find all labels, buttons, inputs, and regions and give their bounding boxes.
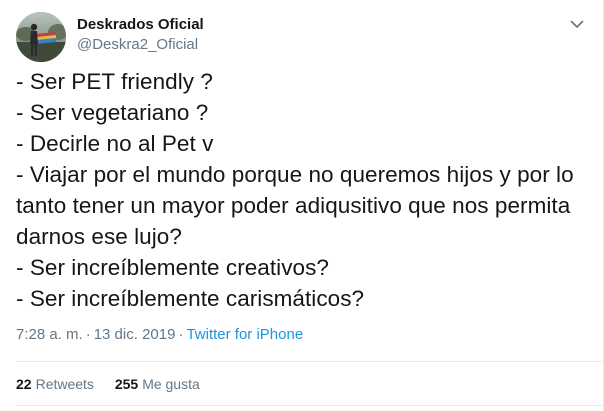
meta-separator: · (85, 326, 91, 343)
divider (16, 405, 603, 406)
tweet-header: Deskrados Oficial @Deskra2_Oficial (16, 12, 587, 62)
tweet-text-line: tanto tener un mayor poder adiqusitivo q… (16, 193, 571, 218)
author-names: Deskrados Oficial @Deskra2_Oficial (77, 15, 204, 55)
tweet-source-link[interactable]: Twitter for iPhone (186, 326, 303, 343)
tweet-text: - Ser PET friendly ? - Ser vegetariano ?… (16, 66, 587, 314)
tweet-text-line: - Ser increíblemente creativos? (16, 255, 329, 280)
tweet-text-line: - Ser vegetariano ? (16, 100, 209, 125)
author-display-name[interactable]: Deskrados Oficial (77, 15, 204, 35)
avatar[interactable] (16, 12, 66, 62)
retweets-stat[interactable]: 22 Retweets (16, 374, 94, 394)
tweet-stats: 22 Retweets 255 Me gusta (16, 374, 217, 394)
retweets-count: 22 (16, 376, 32, 392)
tweet-card: Deskrados Oficial @Deskra2_Oficial - Ser… (0, 0, 604, 411)
tweet-time[interactable]: 7:28 a. m. (16, 326, 83, 343)
avatar-image (16, 12, 66, 62)
tweet-text-line: - Decirle no al Pet v (16, 131, 214, 156)
tweet-text-line: darnos ese lujo? (16, 224, 182, 249)
retweets-label: Retweets (35, 376, 94, 392)
tweet-text-line: - Ser PET friendly ? (16, 69, 213, 94)
chevron-down-icon (570, 20, 584, 28)
divider (16, 361, 603, 362)
likes-label: Me gusta (142, 376, 200, 392)
tweet-meta: 7:28 a. m. · 13 dic. 2019 · Twitter for iPho… (16, 325, 303, 345)
tweet-text-line: - Ser increíblemente carismáticos? (16, 286, 365, 311)
likes-stat[interactable]: 255 Me gusta (115, 374, 200, 394)
tweet-text-line: - Viajar por el mundo porque no queremos… (16, 162, 574, 187)
tweet-date[interactable]: 13 dic. 2019 (94, 326, 176, 343)
meta-separator: · (178, 326, 184, 343)
likes-count: 255 (114, 376, 139, 392)
tweet-menu-button[interactable] (567, 14, 587, 34)
author-handle[interactable]: @Deskra2_Oficial (77, 35, 204, 55)
